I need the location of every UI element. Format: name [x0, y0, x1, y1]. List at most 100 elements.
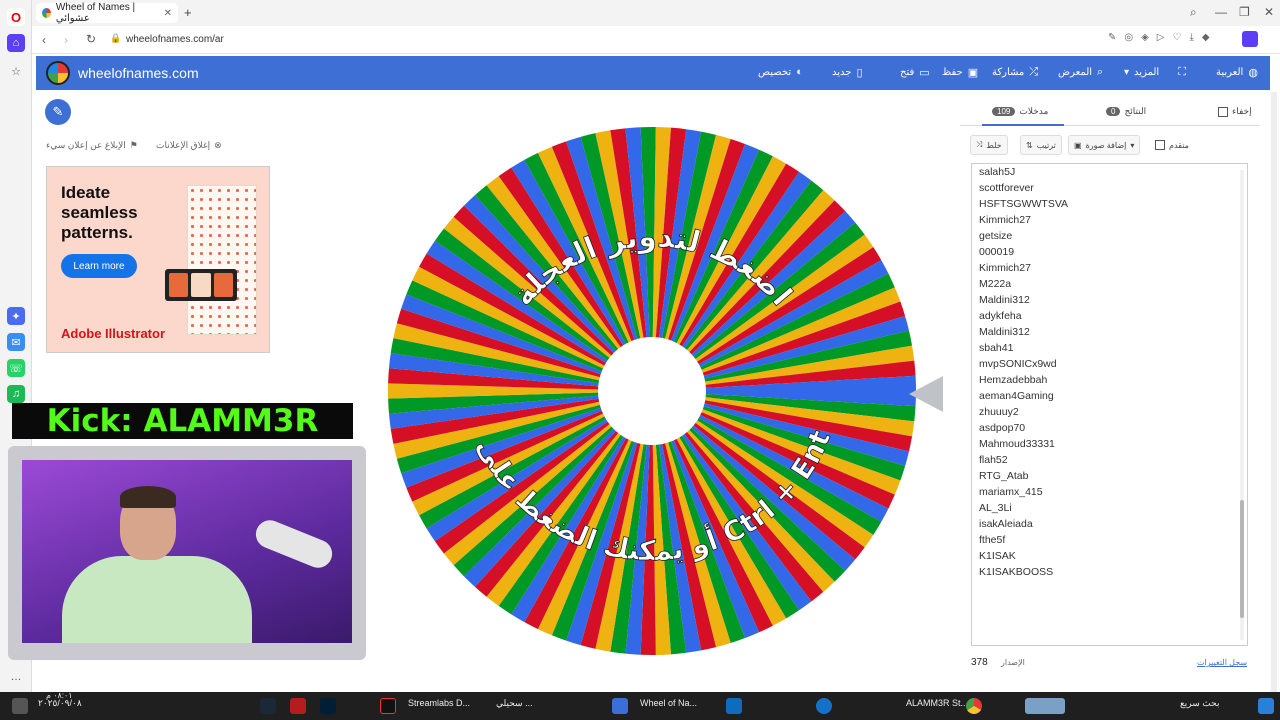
taskbar-app-streamlabs[interactable]: Streamlabs D...: [408, 698, 470, 708]
whatsapp-icon[interactable]: ☏: [7, 359, 25, 377]
ai-icon[interactable]: ✦: [7, 307, 25, 325]
entry-line: K1ISAKBOOSS: [979, 566, 1054, 578]
panel-tabs: إخفاء 0 النتائج 109 مدخلات: [960, 98, 1260, 126]
name-wheel[interactable]: اضغط لتدوير العجلةأو يمكنك الضغط على زر …: [375, 98, 919, 658]
caret-down-icon: ▾: [1130, 140, 1135, 150]
webcam-feed: [22, 460, 352, 643]
tab-bar: Wheel of Names | عشوائي ✕ + ⌕ — ❐ ✕: [32, 0, 1280, 26]
star-icon[interactable]: ☆: [7, 62, 25, 80]
changelog-link[interactable]: سجل التغييرات: [1197, 658, 1247, 667]
advertisement[interactable]: Ideate seamless patterns. Learn more Ado…: [46, 166, 270, 353]
ad-learn-more-button[interactable]: Learn more: [61, 254, 137, 278]
steam-icon[interactable]: [260, 698, 276, 714]
nav-share[interactable]: مشاركة ⤮: [992, 66, 1038, 79]
close-ads-link[interactable]: إغلاق الإعلانات ⊗: [156, 140, 222, 151]
taskbar-app-recorder[interactable]: سحيلي ...: [496, 698, 533, 709]
wheel-favicon-icon: [42, 8, 51, 18]
app-icon[interactable]: [290, 698, 306, 714]
flag-icon: ⚑: [129, 140, 138, 150]
reload-icon[interactable]: ↻: [86, 32, 96, 46]
entry-line: Maldini312: [979, 326, 1030, 338]
spotify-icon[interactable]: ♫: [7, 385, 25, 403]
windows-start-icon[interactable]: [1258, 698, 1274, 714]
restore-icon[interactable]: ❐: [1239, 5, 1250, 19]
entry-line: HSFTSGWWTSVA: [979, 198, 1069, 210]
taskbar-app-wheel[interactable]: Wheel of Na...: [640, 698, 697, 708]
entry-line: M222a: [979, 278, 1012, 290]
edge-icon[interactable]: [816, 698, 832, 714]
sort-button[interactable]: ⇅ ترتيب: [1020, 135, 1062, 155]
edit-pencil-button[interactable]: ✎: [45, 99, 71, 125]
site-logo-icon[interactable]: [46, 61, 70, 85]
more-icon[interactable]: …: [7, 668, 25, 686]
shuffle-button[interactable]: ⤨ خلط: [970, 135, 1008, 155]
close-tab-icon[interactable]: ✕: [164, 8, 172, 19]
caret-down-icon: ▾: [1124, 67, 1130, 78]
url-field[interactable]: wheelofnames.com/ar: [126, 34, 224, 45]
entry-line: fthe5f: [979, 534, 1006, 546]
chrome-icon[interactable]: [966, 698, 982, 714]
tiktok-icon[interactable]: [380, 698, 396, 714]
results-count: 0: [1106, 107, 1121, 116]
entry-line: asdpop70: [979, 422, 1026, 434]
microphone-icon: [251, 516, 337, 572]
photoshop-icon[interactable]: [320, 698, 336, 714]
entry-line: getsize: [979, 230, 1013, 242]
wheel-center[interactable]: [598, 337, 706, 445]
tab-results[interactable]: 0 النتائج: [1106, 106, 1146, 117]
taskbar-app-chrome[interactable]: ALAMM3R St...: [906, 698, 968, 708]
search-tabs-icon[interactable]: ⌕: [1190, 5, 1197, 20]
messenger-icon[interactable]: ✉: [7, 333, 25, 351]
taskbar-search[interactable]: بحث سريع: [1180, 698, 1219, 709]
sort-label: ترتيب: [1036, 140, 1056, 150]
opera-logo-icon[interactable]: O: [7, 8, 25, 26]
page-scrollbar[interactable]: [1271, 92, 1277, 692]
ad-swatch-image: [165, 269, 237, 301]
nav-more[interactable]: ▾ المزيد ⛶: [1124, 66, 1186, 79]
weather-widget-icon[interactable]: [1025, 698, 1065, 714]
nav-customize[interactable]: تخصيص ◐: [758, 66, 803, 78]
entries-toolbar: ⤨ خلط ⇅ ترتيب ▣ إضافة صورة ▾ متقدم: [970, 135, 1248, 157]
back-icon[interactable]: ‹: [42, 33, 46, 47]
report-ad-link[interactable]: الإبلاغ عن إعلان سيء ⚑: [46, 140, 138, 151]
entry-line: adykfeha: [979, 310, 1022, 322]
nav-open[interactable]: فتح ▭: [900, 66, 930, 79]
nav-gallery[interactable]: المعرض ⌕: [1058, 66, 1103, 79]
report-ad-label: الإبلاغ عن إعلان سيء: [46, 140, 126, 150]
folder-icon: ▭: [919, 67, 930, 79]
entry-line: Maldini312: [979, 294, 1030, 306]
entry-line: sbah41: [979, 342, 1014, 354]
forward-icon[interactable]: ›: [64, 33, 68, 47]
add-image-button[interactable]: ▣ إضافة صورة ▾: [1068, 135, 1141, 155]
outlook-icon[interactable]: [726, 698, 742, 714]
entry-line: Kimmich27: [979, 214, 1031, 226]
nav-save[interactable]: حفظ ▣: [942, 66, 978, 79]
entry-line: zhuuuy2: [979, 406, 1019, 418]
entry-line: 000019: [979, 246, 1015, 258]
site-brand[interactable]: wheelofnames.com: [78, 65, 199, 81]
entry-line: RTG_Atab: [979, 470, 1029, 482]
entries-textarea[interactable]: salah5J scottforever HSFTSGWWTSVA Kimmich27…: [971, 163, 1248, 646]
entry-line: flah52: [979, 454, 1008, 466]
kick-banner: Kick: ALAMM3R: [12, 403, 353, 439]
new-tab-icon[interactable]: +: [184, 5, 192, 20]
notification-icon[interactable]: [12, 698, 28, 714]
results-label: النتائج: [1124, 106, 1147, 116]
entries-scrollbar[interactable]: [1239, 170, 1245, 640]
palette-icon: ◐: [796, 66, 803, 78]
nav-new[interactable]: جديد ▯: [832, 66, 863, 79]
profile-icon[interactable]: [1242, 31, 1258, 47]
close-window-icon[interactable]: ✕: [1264, 5, 1274, 19]
wheel-graphic[interactable]: اضغط لتدوير العجلةأو يمكنك الضغط على زر …: [375, 98, 919, 658]
minimize-icon[interactable]: —: [1215, 5, 1227, 19]
hide-toggle[interactable]: إخفاء: [1218, 106, 1252, 117]
nav-language[interactable]: العربية ◍: [1216, 66, 1258, 79]
entry-line: mariamx_415: [979, 486, 1043, 498]
home-icon[interactable]: ⌂: [7, 34, 25, 52]
extensions-icons[interactable]: ✎◎◈▷♡⤓◆: [1108, 32, 1218, 43]
word-icon[interactable]: [612, 698, 628, 714]
tab-entries[interactable]: 109 مدخلات: [981, 106, 1065, 126]
tab-wheel-of-names[interactable]: Wheel of Names | عشوائي ✕: [36, 2, 178, 24]
close-ads-label: إغلاق الإعلانات: [156, 140, 211, 150]
advanced-toggle[interactable]: متقدم: [1150, 135, 1194, 155]
